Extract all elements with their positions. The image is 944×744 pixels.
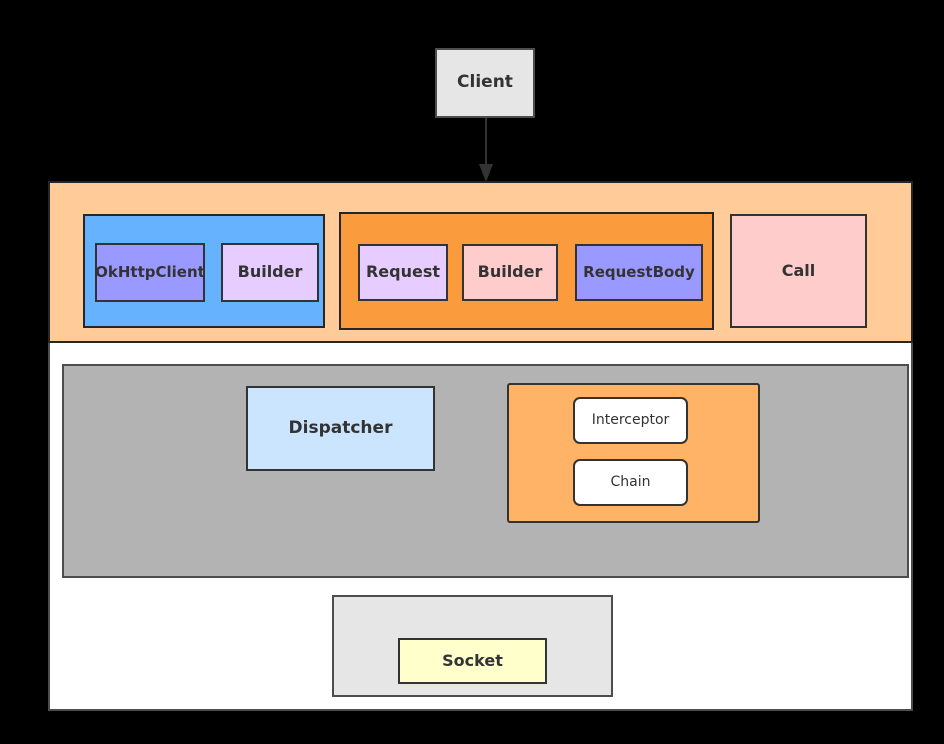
chain-node[interactable]: Chain: [573, 459, 688, 506]
request-node[interactable]: Request: [358, 244, 448, 301]
call-node[interactable]: Call: [730, 214, 867, 328]
okhttpclient-builder-node[interactable]: Builder: [221, 243, 319, 302]
client-to-application-arrow: [470, 118, 502, 184]
diagram-canvas: Client OkHttpClient Builder Request Buil…: [0, 0, 944, 744]
okhttpclient-node[interactable]: OkHttpClient: [95, 243, 205, 302]
request-builder-node[interactable]: Builder: [462, 244, 558, 301]
dispatcher-node[interactable]: Dispatcher: [246, 386, 435, 471]
client-node[interactable]: Client: [435, 48, 535, 118]
core-layer-panel: [62, 364, 909, 578]
interceptor-node[interactable]: Interceptor: [573, 397, 688, 444]
socket-node[interactable]: Socket: [398, 638, 547, 684]
requestbody-node[interactable]: RequestBody: [575, 244, 703, 301]
